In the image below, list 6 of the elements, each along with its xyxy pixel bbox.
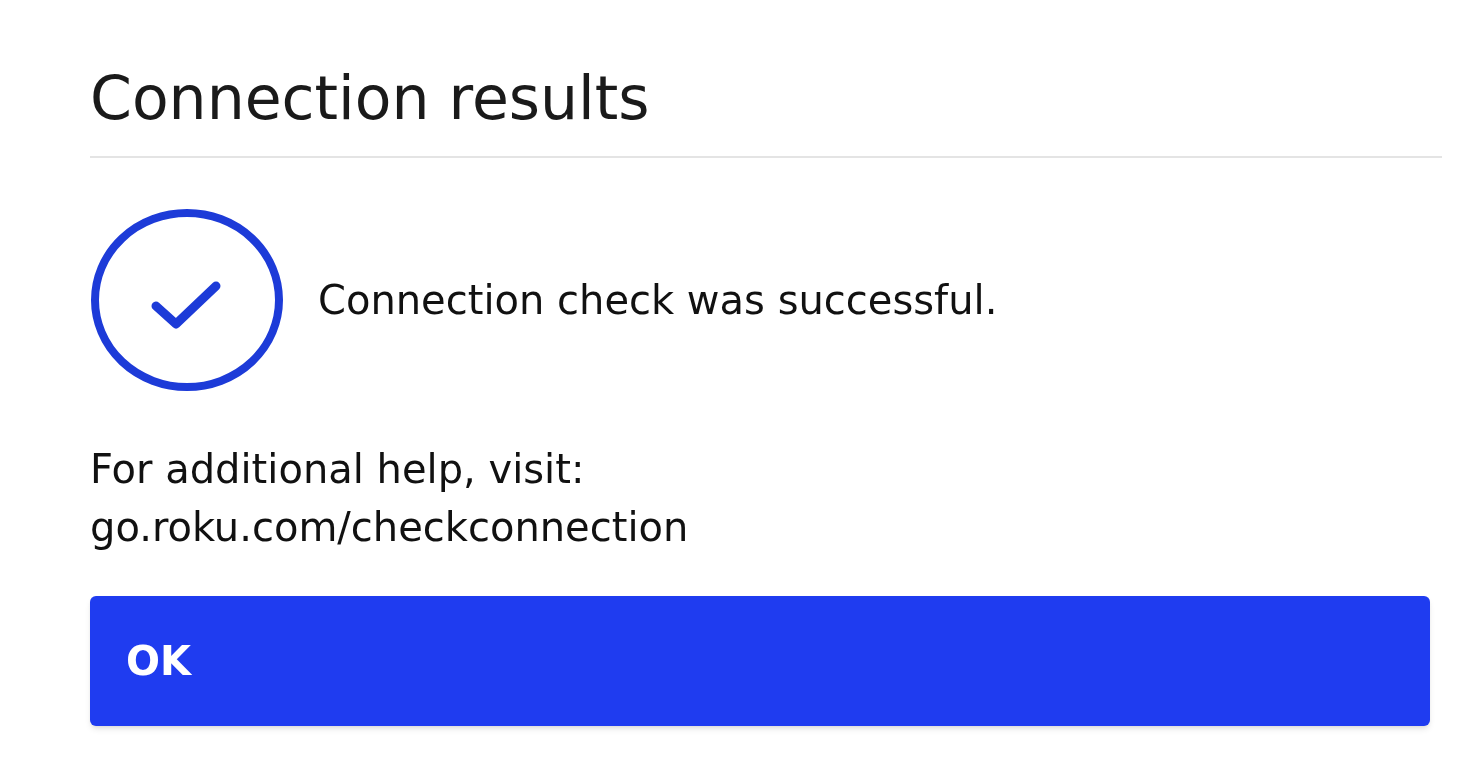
help-link[interactable]: go.roku.com/checkconnection bbox=[90, 498, 689, 556]
help-text: For additional help, visit: bbox=[90, 445, 585, 494]
dialog-title: Connection results bbox=[90, 62, 650, 134]
check-circle-icon bbox=[90, 208, 284, 392]
ok-button[interactable]: OK bbox=[90, 596, 1430, 726]
result-message: Connection check was successful. bbox=[318, 276, 998, 325]
